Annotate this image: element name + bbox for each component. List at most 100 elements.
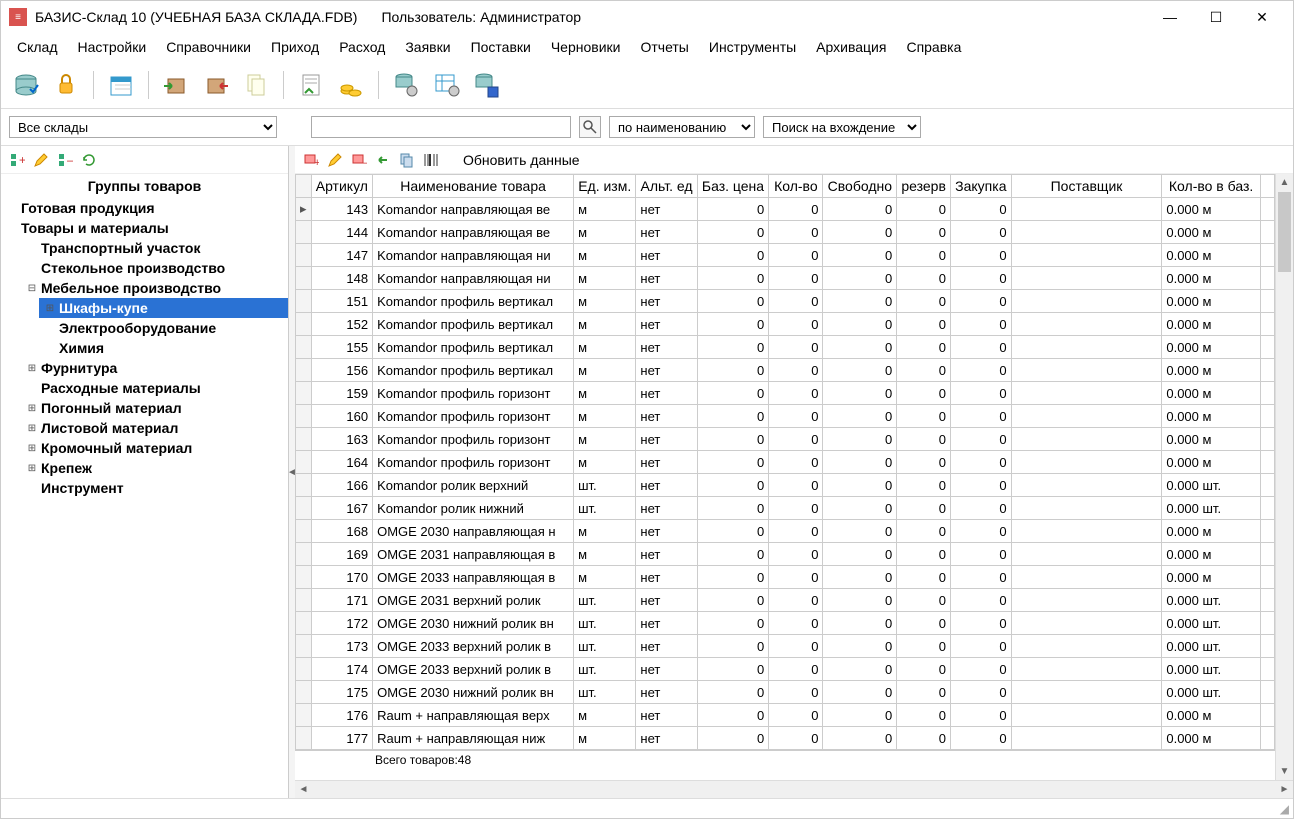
search-match-select[interactable]: Поиск на вхождение (763, 116, 921, 138)
tree-node[interactable]: Расходные материалы (21, 378, 288, 398)
item-edit-button[interactable] (325, 150, 345, 170)
column-header[interactable]: Ед. изм. (574, 175, 636, 198)
table-row[interactable]: 177Raum + направляющая нижмнет000000.000… (296, 727, 1275, 750)
tree-node[interactable]: ⊞Крепеж (21, 458, 288, 478)
tree-edit-button[interactable] (31, 150, 51, 170)
db-save-button[interactable] (469, 68, 503, 102)
expand-icon[interactable]: ⊞ (43, 301, 57, 315)
table-row[interactable]: 172OMGE 2030 нижний ролик вншт.нет000000… (296, 612, 1275, 635)
menu-заявки[interactable]: Заявки (395, 35, 460, 59)
lock-button[interactable] (49, 68, 83, 102)
column-header[interactable]: Наименование товара (373, 175, 574, 198)
item-add-button[interactable]: + (301, 150, 321, 170)
table-row[interactable]: 173OMGE 2033 верхний ролик вшт.нет000000… (296, 635, 1275, 658)
column-header[interactable]: Баз. цена (697, 175, 769, 198)
search-mode-select[interactable]: по наименованию (609, 116, 755, 138)
expand-icon[interactable]: ⊞ (25, 421, 39, 435)
table-row[interactable]: 171OMGE 2031 верхний роликшт.нет000000.0… (296, 589, 1275, 612)
menu-приход[interactable]: Приход (261, 35, 329, 59)
invoice-button[interactable] (294, 68, 328, 102)
menu-архивация[interactable]: Архивация (806, 35, 896, 59)
table-row[interactable]: 156Komandor профиль вертикалмнет000000.0… (296, 359, 1275, 382)
calendar-button[interactable] (104, 68, 138, 102)
table-row[interactable]: 155Komandor профиль вертикалмнет000000.0… (296, 336, 1275, 359)
table-row[interactable]: 166Komandor ролик верхнийшт.нет000000.00… (296, 474, 1275, 497)
table-row[interactable]: 174OMGE 2033 верхний ролик вшт.нет000000… (296, 658, 1275, 681)
tree-node[interactable]: ⊞Листовой материал (21, 418, 288, 438)
db-settings-button[interactable] (389, 68, 423, 102)
tree-node[interactable]: Химия (39, 338, 288, 358)
table-settings-button[interactable] (429, 68, 463, 102)
column-header[interactable]: Закупка (951, 175, 1012, 198)
box-in-button[interactable] (159, 68, 193, 102)
tree-node[interactable]: Транспортный участок (21, 238, 288, 258)
column-header[interactable]: Свободно (823, 175, 897, 198)
menu-справочники[interactable]: Справочники (156, 35, 261, 59)
tree-delete-button[interactable]: – (55, 150, 75, 170)
table-row[interactable]: 170OMGE 2033 направляющая вмнет000000.00… (296, 566, 1275, 589)
table-row[interactable]: 159Komandor профиль горизонтмнет000000.0… (296, 382, 1275, 405)
expand-icon[interactable]: ⊞ (25, 441, 39, 455)
item-delete-button[interactable]: – (349, 150, 369, 170)
item-back-button[interactable] (373, 150, 393, 170)
tree-refresh-button[interactable] (79, 150, 99, 170)
table-row[interactable]: 176Raum + направляющая верхмнет000000.00… (296, 704, 1275, 727)
maximize-button[interactable]: ☐ (1193, 2, 1239, 32)
money-button[interactable] (334, 68, 368, 102)
scroll-right-icon[interactable]: ► (1276, 781, 1293, 798)
db-check-button[interactable] (9, 68, 43, 102)
scroll-up-icon[interactable]: ▲ (1276, 174, 1293, 191)
box-out-button[interactable] (199, 68, 233, 102)
expand-icon[interactable]: ⊞ (25, 461, 39, 475)
items-grid[interactable]: АртикулНаименование товараЕд. изм.Альт. … (295, 174, 1275, 750)
horizontal-scrollbar[interactable]: ◄ ► (295, 780, 1293, 798)
menu-склад[interactable]: Склад (7, 35, 68, 59)
collapse-icon[interactable]: ⊟ (25, 281, 39, 295)
refresh-label[interactable]: Обновить данные (463, 152, 580, 168)
category-tree[interactable]: Готовая продукцияТовары и материалыТранс… (1, 198, 288, 798)
tree-node[interactable]: Инструмент (21, 478, 288, 498)
menu-настройки[interactable]: Настройки (68, 35, 157, 59)
tree-node[interactable]: ⊞Погонный материал (21, 398, 288, 418)
search-button[interactable] (579, 116, 601, 138)
table-row[interactable]: 151Komandor профиль вертикалмнет000000.0… (296, 290, 1275, 313)
scroll-thumb[interactable] (1278, 192, 1291, 272)
table-row[interactable]: 144Komandor направляющая вемнет000000.00… (296, 221, 1275, 244)
item-copy-button[interactable] (397, 150, 417, 170)
tree-node[interactable]: ⊟Мебельное производство (21, 278, 288, 298)
scroll-down-icon[interactable]: ▼ (1276, 763, 1293, 780)
item-barcode-button[interactable] (421, 150, 441, 170)
resize-grip-icon[interactable]: ◢ (1280, 802, 1289, 816)
expand-icon[interactable]: ⊞ (25, 361, 39, 375)
tree-node[interactable]: Электрооборудование (39, 318, 288, 338)
tree-node[interactable]: Стекольное производство (21, 258, 288, 278)
tree-node[interactable]: Товары и материалы (1, 218, 288, 238)
tree-node[interactable]: ⊞Фурнитура (21, 358, 288, 378)
menu-инструменты[interactable]: Инструменты (699, 35, 806, 59)
table-row[interactable]: 152Komandor профиль вертикалмнет000000.0… (296, 313, 1275, 336)
column-header[interactable]: Кол-во (769, 175, 823, 198)
expand-icon[interactable]: ⊞ (25, 401, 39, 415)
copy-doc-button[interactable] (239, 68, 273, 102)
table-row[interactable]: 167Komandor ролик нижнийшт.нет000000.000… (296, 497, 1275, 520)
table-row[interactable]: 160Komandor профиль горизонтмнет000000.0… (296, 405, 1275, 428)
table-row[interactable]: 169OMGE 2031 направляющая вмнет000000.00… (296, 543, 1275, 566)
minimize-button[interactable]: — (1147, 2, 1193, 32)
table-row[interactable]: 163Komandor профиль горизонтмнет000000.0… (296, 428, 1275, 451)
tree-add-button[interactable]: + (7, 150, 27, 170)
tree-node[interactable]: ⊞Кромочный материал (21, 438, 288, 458)
table-row[interactable]: ▸143Komandor направляющая вемнет000000.0… (296, 198, 1275, 221)
column-header[interactable]: Кол-во в баз. (1162, 175, 1260, 198)
tree-node[interactable]: Готовая продукция (1, 198, 288, 218)
search-input[interactable] (311, 116, 571, 138)
column-header[interactable]: Поставщик (1011, 175, 1162, 198)
warehouse-select[interactable]: Все склады (9, 116, 277, 138)
column-header[interactable]: Артикул (311, 175, 373, 198)
menu-отчеты[interactable]: Отчеты (630, 35, 698, 59)
scroll-left-icon[interactable]: ◄ (295, 781, 312, 798)
menu-черновики[interactable]: Черновики (541, 35, 631, 59)
tree-node[interactable]: ⊞Шкафы-купе (39, 298, 288, 318)
table-row[interactable]: 175OMGE 2030 нижний ролик вншт.нет000000… (296, 681, 1275, 704)
table-row[interactable]: 164Komandor профиль горизонтмнет000000.0… (296, 451, 1275, 474)
menu-поставки[interactable]: Поставки (461, 35, 541, 59)
